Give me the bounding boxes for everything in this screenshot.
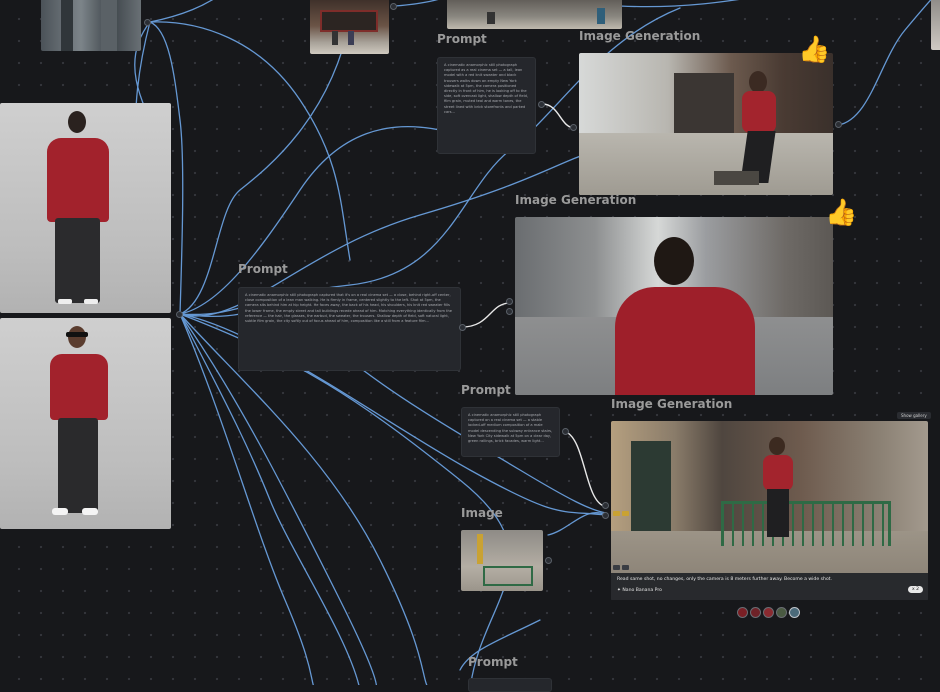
output-port[interactable] (545, 557, 552, 564)
input-port[interactable] (602, 502, 609, 509)
prompt-node[interactable]: A cinematic anamorphic still photograph … (238, 287, 461, 371)
node-title: Prompt (437, 32, 487, 46)
output-port[interactable] (538, 101, 545, 108)
node-title: Image Generation (579, 29, 701, 43)
node-title: Prompt (461, 383, 511, 397)
prev-arrow-icon[interactable] (613, 565, 620, 570)
image-count-badge[interactable]: x 2 (908, 586, 923, 593)
prompt-text: A cinematic anamorphic still photograph … (444, 63, 528, 114)
next-arrow-icon[interactable] (622, 565, 629, 570)
source-image-city-top[interactable] (41, 0, 141, 51)
prompt-node[interactable]: A cinematic anamorphic still photograph … (437, 57, 536, 154)
history-thumbnail[interactable] (789, 607, 800, 618)
history-thumbnail[interactable] (776, 607, 787, 618)
model-selector[interactable]: ✦ Nano Banana Pro (617, 588, 662, 593)
thumbs-up-icon[interactable]: 👍 (825, 200, 857, 226)
layout-toggle-icon[interactable] (622, 511, 629, 516)
generated-image-leaning-wall[interactable] (579, 53, 833, 195)
generated-image-back-view-street[interactable] (515, 217, 833, 395)
history-thumbnail[interactable] (763, 607, 774, 618)
prompt-text: A cinematic anamorphic still photograph … (468, 413, 553, 444)
image-node-subway-railings[interactable] (461, 530, 543, 591)
node-title: Image (461, 506, 503, 520)
history-thumbnail[interactable] (750, 607, 761, 618)
output-port[interactable] (562, 428, 569, 435)
partial-image-right-edge[interactable] (931, 0, 940, 50)
input-port[interactable] (506, 308, 513, 315)
reference-image-front-view[interactable] (0, 318, 171, 529)
generation-prompt-text: Read same shot, no changes, only the cam… (617, 577, 833, 582)
prompt-node[interactable]: A cinematic anamorphic still photograph … (461, 407, 560, 457)
node-title: Prompt (468, 655, 518, 669)
history-thumbnail[interactable] (737, 607, 748, 618)
input-port[interactable] (602, 512, 609, 519)
output-port[interactable] (835, 121, 842, 128)
model-name: Nano Banana Pro (622, 588, 662, 593)
source-image-street-top[interactable] (447, 0, 622, 29)
output-port[interactable] (459, 324, 466, 331)
source-image-storefront[interactable] (310, 0, 389, 54)
thumbs-up-icon[interactable]: 👍 (798, 37, 830, 63)
output-port[interactable] (390, 3, 397, 10)
reference-image-back-view[interactable] (0, 103, 171, 313)
layout-toggle-icon[interactable] (613, 511, 620, 516)
input-port[interactable] (570, 124, 577, 131)
generation-prompt-bar[interactable]: Read same shot, no changes, only the cam… (611, 573, 928, 600)
prompt-text: A cinematic anamorphic still photograph … (245, 293, 453, 324)
node-title: Image Generation (515, 193, 637, 207)
output-port[interactable] (176, 311, 183, 318)
prompt-node[interactable] (468, 678, 552, 692)
node-title: Image Generation (611, 397, 733, 411)
show-gallery-button[interactable]: Show gallery (897, 412, 931, 419)
output-port[interactable] (144, 19, 151, 26)
node-title: Prompt (238, 262, 288, 276)
input-port[interactable] (506, 298, 513, 305)
